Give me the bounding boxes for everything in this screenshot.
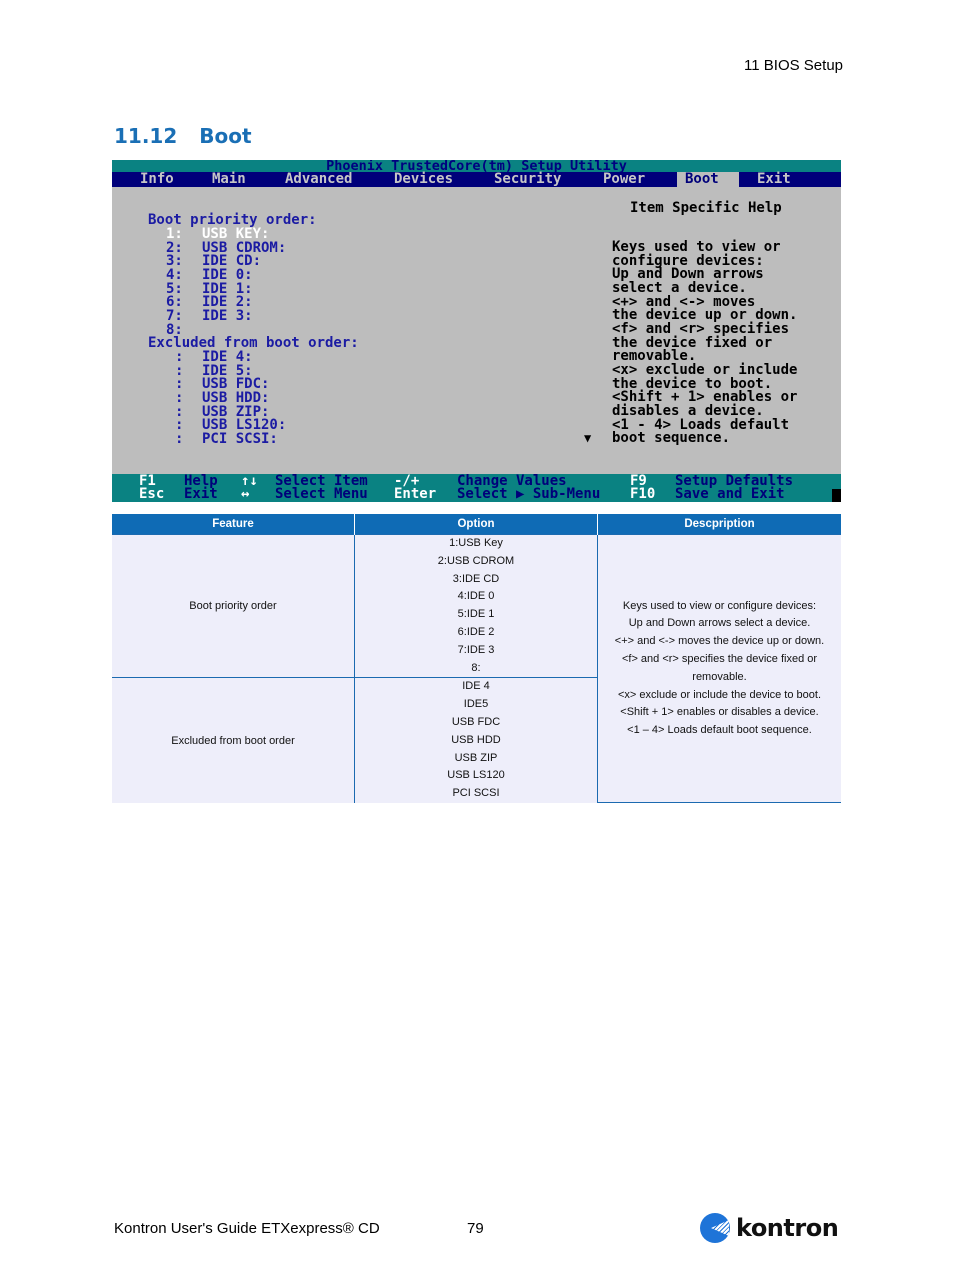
bios-menu-exit[interactable]: Exit: [753, 172, 795, 187]
chapter-header: 11 BIOS Setup: [744, 57, 843, 74]
option-value: USB HDD: [451, 733, 501, 746]
text-cursor: [832, 489, 841, 502]
header-description: Descpription: [597, 514, 841, 535]
f10-desc: Save and Exit: [675, 486, 785, 502]
description-line: <1 – 4> Loads default boot sequence.: [627, 724, 812, 737]
option-value: USB FDC: [451, 715, 501, 728]
excluded-index: :: [175, 430, 184, 447]
bios-menu-info[interactable]: Info: [136, 172, 178, 187]
description-line: removable.: [692, 670, 747, 683]
option-value: IDE5: [463, 698, 489, 711]
help-text: Keys used to view or configure devices: …: [612, 239, 798, 447]
options-list: 1:USB Key 2:USB CDROM 3:IDE CD 4:IDE 0 5:IDE…: [355, 535, 597, 677]
page-number: 79: [467, 1220, 484, 1237]
feature-cell: Excluded from boot order: [112, 677, 355, 803]
option-value: USB ZIP: [454, 751, 498, 764]
table-header-row: Feature Option Descpription: [112, 514, 841, 535]
option-value: 1:USB Key: [449, 537, 503, 549]
esc-key: Esc: [139, 486, 165, 502]
description-line: <x> exclude or include the device to boo…: [617, 688, 822, 701]
header-option: Option: [354, 514, 598, 535]
option-value: 6:IDE 2: [457, 625, 495, 638]
option-value: 8:: [471, 661, 481, 674]
bios-menu-main[interactable]: Main: [208, 172, 250, 187]
description-line: Keys used to view or configure devices:: [622, 599, 817, 612]
option-value: 4:IDE 0: [457, 590, 495, 603]
description-line: Up and Down arrows select a device.: [628, 617, 811, 630]
option-value: USB LS120: [447, 769, 505, 782]
boot-priority-index: 8:: [166, 321, 183, 338]
section-heading: 11.12 Boot: [114, 124, 252, 148]
scroll-down-icon[interactable]: ▼: [584, 431, 591, 445]
help-title: Item Specific Help: [630, 200, 782, 216]
kontron-logo-icon: [700, 1213, 730, 1243]
section-number: 11.12: [114, 124, 178, 148]
kontron-logo: kontron: [700, 1213, 839, 1243]
boot-options-table: Feature Option Descpription Boot priorit…: [112, 514, 841, 804]
table-row: Boot priority order 1:USB Key 2:USB CDROM…: [112, 533, 841, 804]
bios-menu-power[interactable]: Power: [599, 172, 649, 187]
esc-desc: Exit: [184, 486, 218, 502]
enter-key: Enter: [394, 486, 437, 502]
enter-desc: Select ▶ Sub-Menu: [457, 486, 601, 502]
option-value: IDE 4: [462, 680, 490, 693]
option-value: 7:IDE 3: [457, 643, 495, 656]
options-cell: 1:USB Key 2:USB CDROM 3:IDE CD 4:IDE 0 5:IDE…: [354, 533, 598, 679]
description-line: <+> and <-> moves the device up or down.: [614, 635, 825, 648]
leftright-key: ↔: [241, 486, 250, 502]
options-cell: IDE 4 IDE5 USB FDC USB HDD USB ZIP USB LS120 P…: [354, 677, 598, 803]
header-feature: Feature: [112, 514, 355, 535]
description-text: Keys used to view or configure devices: U…: [598, 598, 841, 740]
f10-key: F10: [630, 486, 656, 502]
bios-menu-boot[interactable]: Boot: [677, 172, 739, 187]
description-line: <f> and <r> specifies the device fixed o…: [621, 652, 818, 665]
bios-screenshot: Phoenix TrustedCore(tm) Setup Utility In…: [112, 160, 841, 502]
description-line: <Shift + 1> enables or disables a device…: [620, 706, 819, 719]
boot-priority-item[interactable]: IDE 3:: [202, 309, 253, 324]
description-cell: Keys used to view or configure devices: U…: [597, 533, 841, 804]
option-value: PCI SCSI: [452, 787, 500, 800]
leftright-desc: Select Menu: [275, 486, 368, 502]
bios-menu-advanced[interactable]: Advanced: [281, 172, 356, 187]
options-list: IDE 4 IDE5 USB FDC USB HDD USB ZIP USB LS120 P…: [355, 678, 597, 803]
feature-cell: Boot priority order: [112, 533, 355, 679]
kontron-logo-text: kontron: [736, 1214, 839, 1242]
excluded-item[interactable]: PCI SCSI:: [202, 432, 278, 447]
section-title: Boot: [199, 124, 252, 148]
guide-title: Kontron User's Guide ETXexpress® CD: [114, 1220, 380, 1237]
bios-menu-bar: Info Main Advanced Devices Security Powe…: [112, 172, 841, 187]
option-value: 5:IDE 1: [457, 608, 495, 621]
bios-key-legend: F1 Help ↑↓ Select Item -/+ Change Values…: [112, 474, 841, 502]
bios-menu-devices[interactable]: Devices: [390, 172, 457, 187]
option-value: 2:USB CDROM: [437, 554, 515, 567]
option-value: 3:IDE CD: [452, 572, 500, 585]
bios-menu-security[interactable]: Security: [490, 172, 565, 187]
